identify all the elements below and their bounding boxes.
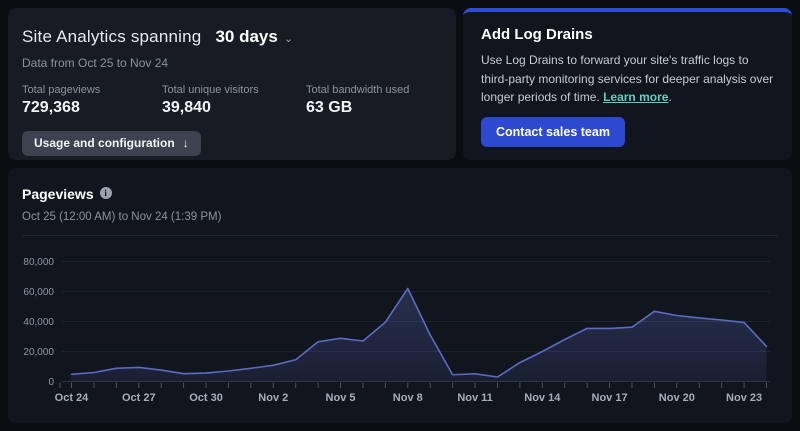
usage-configuration-label: Usage and configuration <box>34 136 175 150</box>
add-log-drains-card: Add Log Drains Use Log Drains to forward… <box>463 8 792 160</box>
pageviews-card: Pageviews i Oct 25 (12:00 AM) to Nov 24 … <box>8 168 792 423</box>
svg-text:Nov 2: Nov 2 <box>258 392 288 404</box>
stat-label: Total pageviews <box>22 84 162 96</box>
stat-label: Total unique visitors <box>162 84 306 96</box>
stat-value: 729,368 <box>22 99 162 117</box>
pageviews-chart[interactable]: 0 20,000 40,000 60,000 80,000 Oct 24 Oct 27 Oct… <box>8 240 792 420</box>
svg-text:60,000: 60,000 <box>23 287 54 298</box>
svg-text:Nov 11: Nov 11 <box>457 392 492 404</box>
divider <box>22 235 778 236</box>
stats-row: Total pageviews 729,368 Total unique vis… <box>22 84 442 117</box>
svg-text:Nov 20: Nov 20 <box>659 392 695 404</box>
pageviews-title: Pageviews <box>22 186 94 202</box>
link-suffix: . <box>668 90 671 104</box>
stat-value: 39,840 <box>162 99 306 117</box>
svg-text:Nov 5: Nov 5 <box>326 392 356 404</box>
svg-text:Nov 8: Nov 8 <box>393 392 423 404</box>
site-analytics-card: Site Analytics spanning 30 days ⌄ Data f… <box>8 8 456 160</box>
stat-unique-visitors: Total unique visitors 39,840 <box>162 84 306 117</box>
svg-text:Oct 30: Oct 30 <box>189 392 223 404</box>
svg-text:Oct 27: Oct 27 <box>122 392 156 404</box>
svg-text:80,000: 80,000 <box>23 257 54 268</box>
date-range-dropdown[interactable]: 30 days ⌄ <box>215 27 293 47</box>
learn-more-link[interactable]: Learn more <box>603 90 668 104</box>
site-analytics-title: Site Analytics spanning <box>22 27 201 47</box>
date-range-value: 30 days <box>215 27 277 47</box>
stat-total-pageviews: Total pageviews 729,368 <box>22 84 162 117</box>
usage-configuration-button[interactable]: Usage and configuration ↓ <box>22 131 201 156</box>
svg-text:Nov 14: Nov 14 <box>524 392 561 404</box>
log-drains-description: Use Log Drains to forward your site's tr… <box>481 51 774 107</box>
info-icon[interactable]: i <box>100 187 112 199</box>
arrow-down-icon: ↓ <box>183 136 189 150</box>
pageviews-date-range: Oct 25 (12:00 AM) to Nov 24 (1:39 PM) <box>22 211 778 223</box>
svg-text:Nov 23: Nov 23 <box>726 392 762 404</box>
svg-text:0: 0 <box>48 377 54 388</box>
chevron-down-icon: ⌄ <box>284 32 293 45</box>
stat-bandwidth-used: Total bandwidth used 63 GB <box>306 84 409 117</box>
svg-text:Nov 17: Nov 17 <box>592 392 628 404</box>
stat-value: 63 GB <box>306 99 409 117</box>
log-drains-title: Add Log Drains <box>481 26 774 43</box>
stat-label: Total bandwidth used <box>306 84 409 96</box>
top-row: Site Analytics spanning 30 days ⌄ Data f… <box>8 8 792 160</box>
pageviews-area-chart[interactable]: 0 20,000 40,000 60,000 80,000 Oct 24 Oct 27 Oct… <box>8 240 792 420</box>
contact-sales-button[interactable]: Contact sales team <box>481 117 625 147</box>
svg-text:20,000: 20,000 <box>23 347 54 358</box>
svg-text:Oct 24: Oct 24 <box>55 392 90 404</box>
data-range-subtitle: Data from Oct 25 to Nov 24 <box>22 56 442 70</box>
svg-text:40,000: 40,000 <box>23 317 54 328</box>
